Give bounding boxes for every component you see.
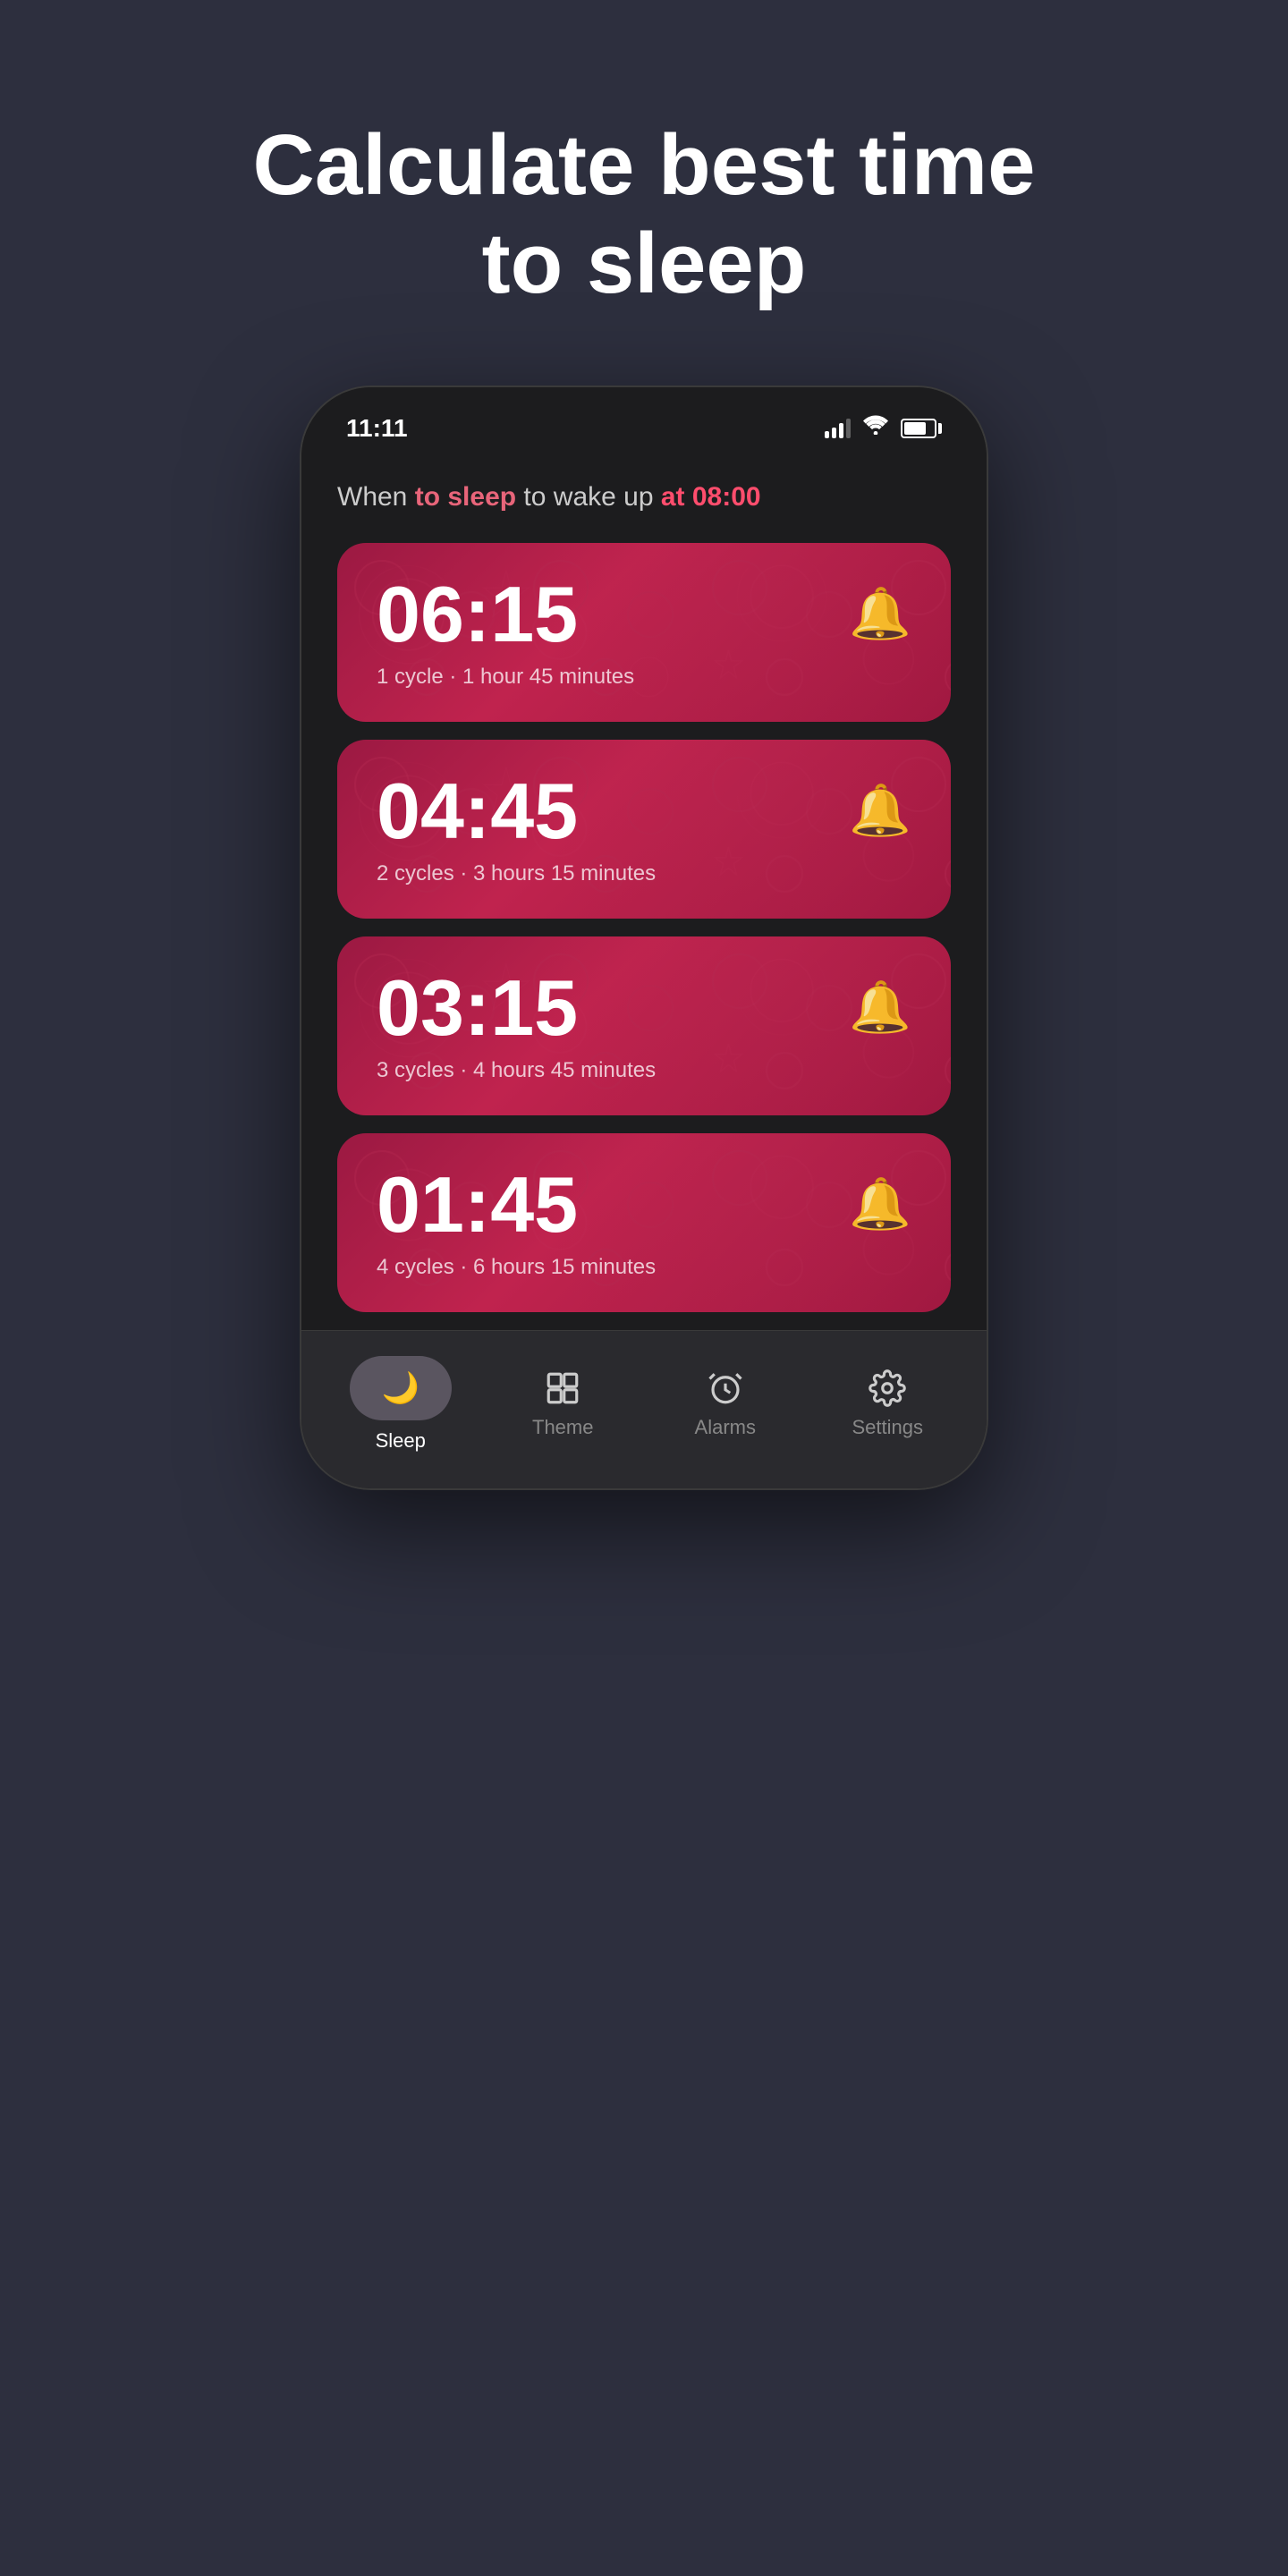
card-4-time: 01:45 [377,1165,578,1244]
wifi-icon [863,415,888,441]
nav-label-sleep: Sleep [376,1429,426,1453]
bell-icon-2: 🔔 [849,781,911,840]
sleep-card-1[interactable]: 06:15 🔔 1 cycle · 1 hour 45 minutes [337,543,951,722]
bottom-nav: 🌙 Sleep Theme [301,1330,987,1488]
theme-icon [544,1369,581,1407]
subtitle-highlight1: to sleep [415,482,516,512]
nav-label-theme: Theme [532,1416,593,1439]
nav-item-settings[interactable]: Settings [807,1369,970,1439]
card-1-subtitle: 1 cycle · 1 hour 45 minutes [377,665,911,690]
sleep-cards: 06:15 🔔 1 cycle · 1 hour 45 minutes [337,543,951,1330]
bell-icon-4: 🔔 [849,1174,911,1233]
card-1-time: 06:15 [377,575,578,654]
settings-icon [869,1369,906,1407]
phone-frame: 11:11 [300,386,988,1490]
sleep-subtitle: When to sleep to wake up at 08:00 [337,479,951,516]
status-icons [825,415,942,441]
card-2-time: 04:45 [377,772,578,851]
card-4-subtitle: 4 cycles · 6 hours 15 minutes [377,1255,911,1280]
nav-label-settings: Settings [852,1416,924,1439]
page-title: Calculate best time to sleep [242,116,1046,314]
card-2-subtitle: 2 cycles · 3 hours 15 minutes [377,861,911,886]
nav-item-sleep[interactable]: 🌙 Sleep [319,1356,482,1453]
subtitle-middle: to wake up [516,482,661,512]
nav-item-theme[interactable]: Theme [482,1369,645,1439]
nav-settings-icon-wrap [869,1369,906,1407]
nav-alarms-icon-wrap [707,1369,744,1407]
card-3-subtitle: 3 cycles · 4 hours 45 minutes [377,1058,911,1083]
sleep-card-4[interactable]: 01:45 🔔 4 cycles · 6 hours 15 minutes [337,1133,951,1312]
phone-content: When to sleep to wake up at 08:00 [301,452,987,1330]
subtitle-before: When [337,482,415,512]
bell-icon-3: 🔔 [849,978,911,1037]
nav-item-alarms[interactable]: Alarms [644,1369,807,1439]
moon-icon: 🌙 [382,1370,419,1406]
status-time: 11:11 [346,414,408,443]
nav-theme-icon-wrap [544,1369,581,1407]
status-bar: 11:11 [301,387,987,452]
subtitle-highlight2: at 08:00 [661,482,761,512]
bell-icon-1: 🔔 [849,584,911,643]
sleep-card-3[interactable]: 03:15 🔔 3 cycles · 4 hours 45 minutes [337,936,951,1115]
signal-icon [825,419,851,438]
nav-label-alarms: Alarms [695,1416,756,1439]
nav-sleep-icon-wrap: 🌙 [350,1356,452,1420]
battery-icon [901,419,942,438]
card-3-time: 03:15 [377,969,578,1047]
alarm-icon [707,1369,744,1407]
sleep-card-2[interactable]: 04:45 🔔 2 cycles · 3 hours 15 minutes [337,740,951,919]
